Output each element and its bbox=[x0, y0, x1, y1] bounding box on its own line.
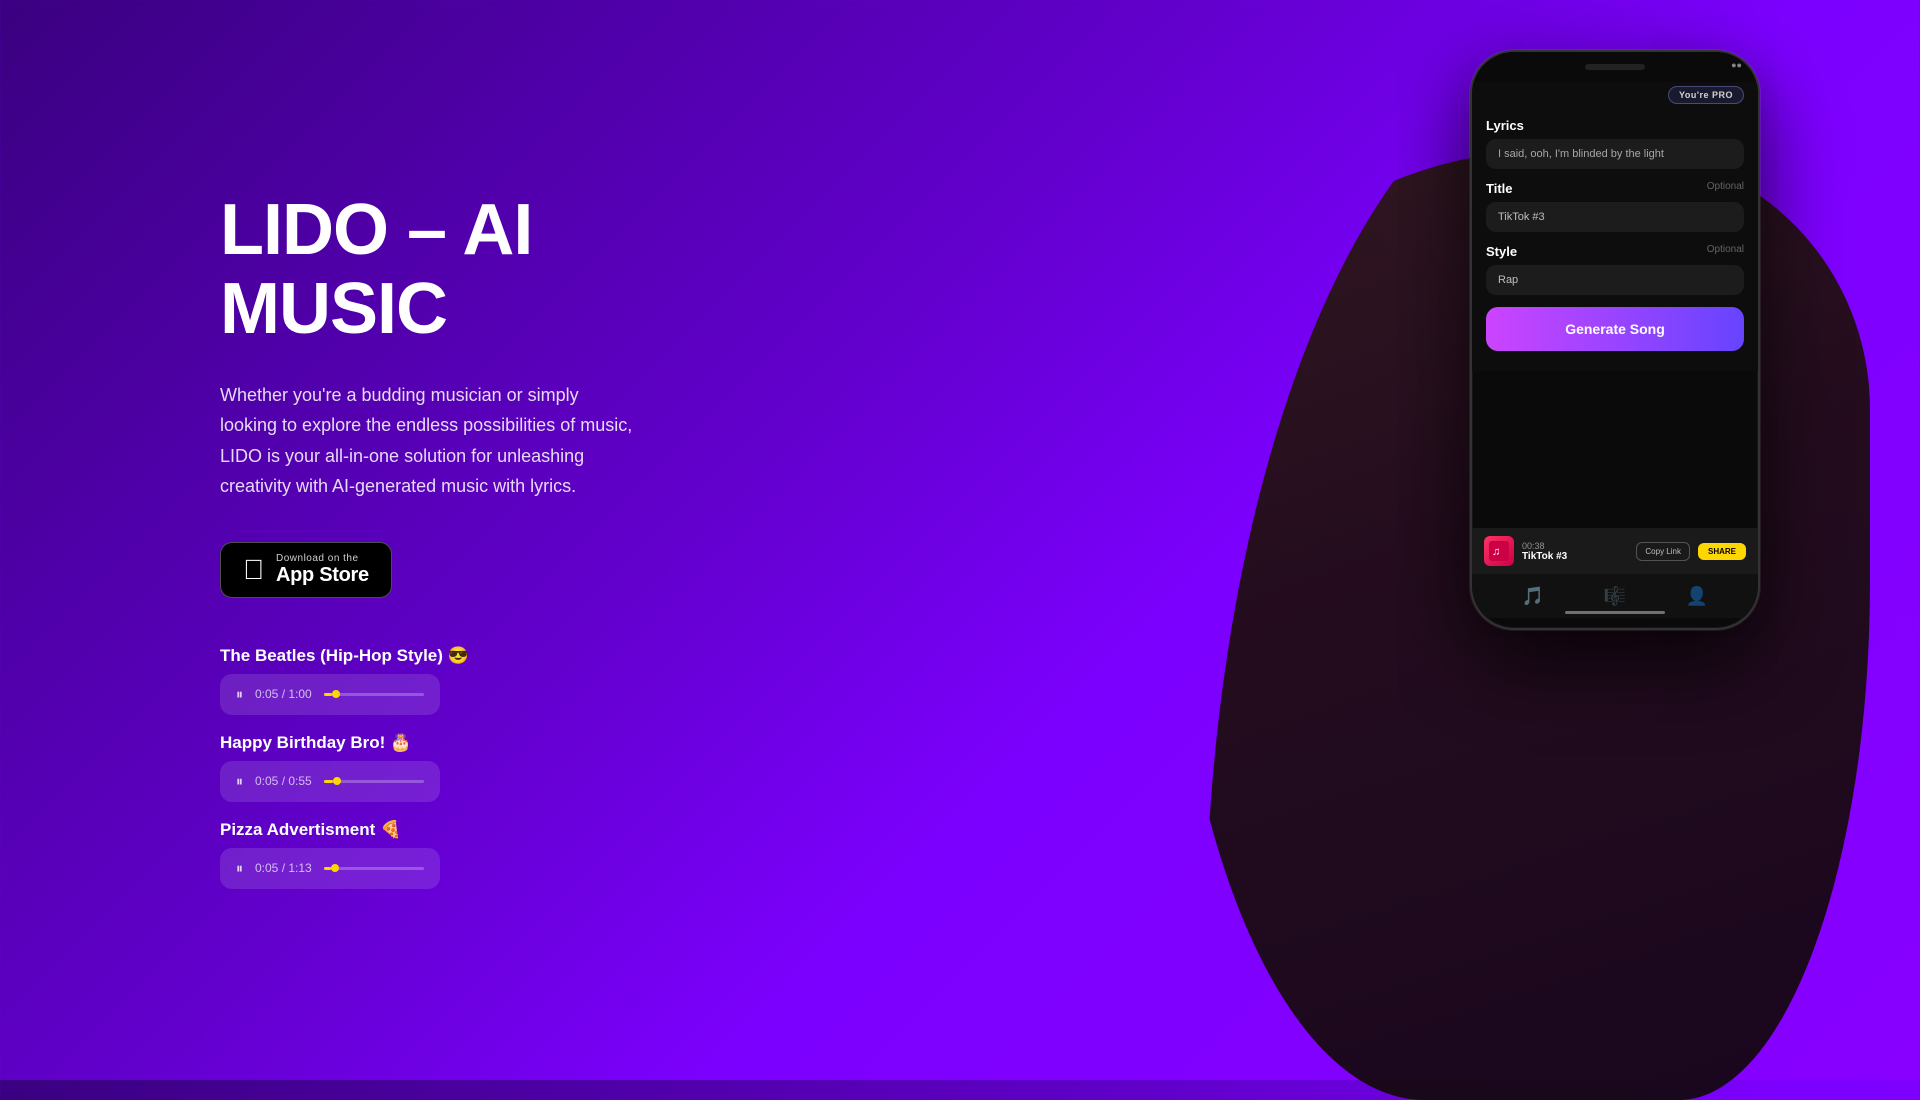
hero-title: LIDO – AI MUSIC bbox=[220, 191, 700, 349]
lyrics-label: Lyrics bbox=[1486, 118, 1744, 133]
style-input[interactable]: Rap bbox=[1486, 265, 1744, 295]
home-indicator bbox=[1565, 611, 1665, 614]
pro-badge-row: You're PRO bbox=[1486, 82, 1744, 104]
style-label: Style Optional bbox=[1486, 244, 1744, 259]
style-optional: Optional bbox=[1707, 244, 1744, 255]
lyrics-input[interactable]: I said, ooh, I'm blinded by the light bbox=[1486, 139, 1744, 169]
now-playing-title: TikTok #3 bbox=[1522, 551, 1628, 562]
copy-link-button[interactable]: Copy Link bbox=[1636, 542, 1690, 561]
song-item-3: Pizza Advertisment 🍕 ⏸ 0:05 / 1:13 bbox=[220, 820, 700, 889]
lyrics-text: I said, ooh, I'm blinded by the light bbox=[1498, 148, 1664, 160]
generate-song-button[interactable]: Generate Song bbox=[1486, 307, 1744, 351]
song-title-1: The Beatles (Hip-Hop Style) 😎 bbox=[220, 646, 700, 666]
page-container: LIDO – AI MUSIC Whether you're a budding… bbox=[0, 0, 1920, 1080]
time-display-1: 0:05 / 1:00 bbox=[255, 687, 312, 701]
nav-notes-icon[interactable]: 🎼 bbox=[1604, 586, 1626, 607]
right-content: ●● You're PRO Lyrics I said, ooh, I'm bl… bbox=[700, 0, 1920, 1080]
now-playing-time: 00:38 bbox=[1522, 541, 1628, 551]
bottom-nav: 🎵 🎼 👤 bbox=[1472, 574, 1758, 618]
music-thumb-icon: ♫ bbox=[1489, 541, 1509, 561]
share-button[interactable]: SHARE bbox=[1698, 543, 1746, 560]
app-store-button[interactable]:  Download on the App Store bbox=[220, 542, 392, 598]
app-store-text: Download on the App Store bbox=[276, 553, 369, 587]
time-display-2: 0:05 / 0:55 bbox=[255, 774, 312, 788]
song-player-1[interactable]: ⏸ 0:05 / 1:00 bbox=[220, 674, 440, 715]
nav-profile-icon[interactable]: 👤 bbox=[1686, 586, 1708, 607]
store-name-text: App Store bbox=[276, 564, 369, 587]
phone-frame: ●● You're PRO Lyrics I said, ooh, I'm bl… bbox=[1470, 50, 1760, 630]
phone-status-bar: ●● bbox=[1731, 60, 1742, 70]
pause-icon-1[interactable]: ⏸ bbox=[236, 686, 243, 703]
pro-badge: You're PRO bbox=[1668, 86, 1744, 104]
progress-fill-1 bbox=[324, 693, 332, 696]
hero-title-line2: MUSIC bbox=[220, 269, 447, 349]
nav-music-icon[interactable]: 🎵 bbox=[1522, 586, 1544, 607]
title-label: Title Optional bbox=[1486, 181, 1744, 196]
phone-notch-pill bbox=[1585, 64, 1645, 70]
title-value: TikTok #3 bbox=[1498, 211, 1545, 223]
progress-dot-3 bbox=[331, 864, 339, 872]
apple-icon:  bbox=[243, 556, 264, 584]
phone-notch-bar: ●● bbox=[1472, 52, 1758, 82]
song-item-2: Happy Birthday Bro! 🎂 ⏸ 0:05 / 0:55 bbox=[220, 733, 700, 802]
style-value: Rap bbox=[1498, 274, 1518, 286]
now-playing-thumbnail: ♫ bbox=[1484, 536, 1514, 566]
progress-bar-1[interactable] bbox=[324, 693, 424, 696]
progress-fill-3 bbox=[324, 867, 331, 870]
now-playing-info: 00:38 TikTok #3 bbox=[1522, 541, 1628, 562]
song-player-3[interactable]: ⏸ 0:05 / 1:13 bbox=[220, 848, 440, 889]
svg-text:♫: ♫ bbox=[1492, 546, 1500, 558]
download-on-text: Download on the bbox=[276, 553, 369, 564]
phone-screen: You're PRO Lyrics I said, ooh, I'm blind… bbox=[1472, 82, 1758, 371]
song-title-2: Happy Birthday Bro! 🎂 bbox=[220, 733, 700, 753]
progress-bar-3[interactable] bbox=[324, 867, 424, 870]
pause-icon-2[interactable]: ⏸ bbox=[236, 773, 243, 790]
title-input[interactable]: TikTok #3 bbox=[1486, 202, 1744, 232]
bottom-player: ♫ 00:38 TikTok #3 Copy Link SHARE bbox=[1472, 528, 1758, 574]
progress-bar-2[interactable] bbox=[324, 780, 424, 783]
songs-list: The Beatles (Hip-Hop Style) 😎 ⏸ 0:05 / 1… bbox=[220, 646, 700, 889]
song-player-2[interactable]: ⏸ 0:05 / 0:55 bbox=[220, 761, 440, 802]
progress-dot-1 bbox=[332, 690, 340, 698]
phone-container: ●● You're PRO Lyrics I said, ooh, I'm bl… bbox=[1470, 50, 1760, 630]
hero-title-line1: LIDO – AI bbox=[220, 190, 532, 270]
song-title-3: Pizza Advertisment 🍕 bbox=[220, 820, 700, 840]
hero-description: Whether you're a budding musician or sim… bbox=[220, 380, 640, 502]
title-optional: Optional bbox=[1707, 181, 1744, 192]
progress-dot-2 bbox=[333, 777, 341, 785]
song-item-1: The Beatles (Hip-Hop Style) 😎 ⏸ 0:05 / 1… bbox=[220, 646, 700, 715]
time-display-3: 0:05 / 1:13 bbox=[255, 861, 312, 875]
pause-icon-3[interactable]: ⏸ bbox=[236, 860, 243, 877]
left-content: LIDO – AI MUSIC Whether you're a budding… bbox=[0, 191, 700, 889]
progress-fill-2 bbox=[324, 780, 333, 783]
